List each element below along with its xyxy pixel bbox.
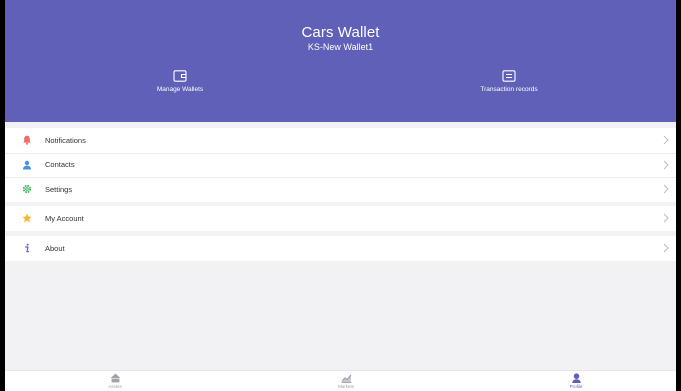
markets-icon bbox=[341, 374, 351, 383]
tab-markets-label: Markets bbox=[337, 384, 354, 389]
tab-assets[interactable]: Assets bbox=[85, 373, 145, 389]
notifications-label: Notifications bbox=[45, 135, 86, 145]
wallet-header: Cars Wallet KS-New Wallet1 Manage Wallet… bbox=[5, 0, 676, 122]
bell-icon bbox=[23, 135, 31, 145]
my-account-label: My Account bbox=[45, 213, 84, 223]
tab-profile-label: Profile bbox=[569, 384, 583, 389]
about-label: About bbox=[45, 243, 65, 253]
my-account-item[interactable]: My Account bbox=[5, 206, 676, 231]
bottom-tab-bar: Assets Markets Profile bbox=[5, 370, 676, 391]
tab-markets[interactable]: Markets bbox=[316, 373, 376, 389]
chevron-right-icon bbox=[663, 184, 669, 194]
contacts-item[interactable]: Contacts bbox=[5, 152, 676, 178]
records-icon bbox=[502, 70, 516, 82]
star-icon bbox=[22, 213, 32, 223]
info-icon bbox=[25, 243, 29, 253]
wallet-icon bbox=[173, 70, 187, 82]
transaction-records-label: Transaction records bbox=[480, 86, 538, 93]
profile-screen: Cars Wallet KS-New Wallet1 Manage Wallet… bbox=[5, 0, 676, 391]
contacts-label: Contacts bbox=[45, 160, 75, 170]
transaction-records-button[interactable]: Transaction records bbox=[449, 70, 569, 93]
about-item[interactable]: About bbox=[5, 236, 676, 261]
gear-icon bbox=[22, 184, 32, 194]
tab-profile[interactable]: Profile bbox=[546, 373, 606, 389]
menu-group-account: My Account bbox=[5, 206, 676, 231]
menu-group-about: About bbox=[5, 236, 676, 261]
chevron-right-icon bbox=[663, 243, 669, 253]
notifications-item[interactable]: Notifications bbox=[5, 128, 676, 153]
chevron-right-icon bbox=[663, 160, 669, 169]
assets-icon bbox=[110, 373, 120, 383]
chevron-right-icon bbox=[663, 213, 669, 223]
manage-wallets-label: Manage Wallets bbox=[156, 86, 204, 93]
wallet-name: KS-New Wallet1 bbox=[307, 42, 374, 52]
settings-label: Settings bbox=[45, 184, 73, 194]
page-title: Cars Wallet bbox=[301, 24, 380, 41]
person-icon bbox=[23, 160, 31, 169]
chevron-right-icon bbox=[663, 135, 669, 145]
manage-wallets-button[interactable]: Manage Wallets bbox=[120, 70, 240, 93]
menu-group-general: Notifications Contacts Settings bbox=[5, 128, 676, 202]
profile-icon bbox=[571, 373, 581, 383]
tab-assets-label: Assets bbox=[108, 384, 122, 389]
settings-item[interactable]: Settings bbox=[5, 177, 676, 202]
